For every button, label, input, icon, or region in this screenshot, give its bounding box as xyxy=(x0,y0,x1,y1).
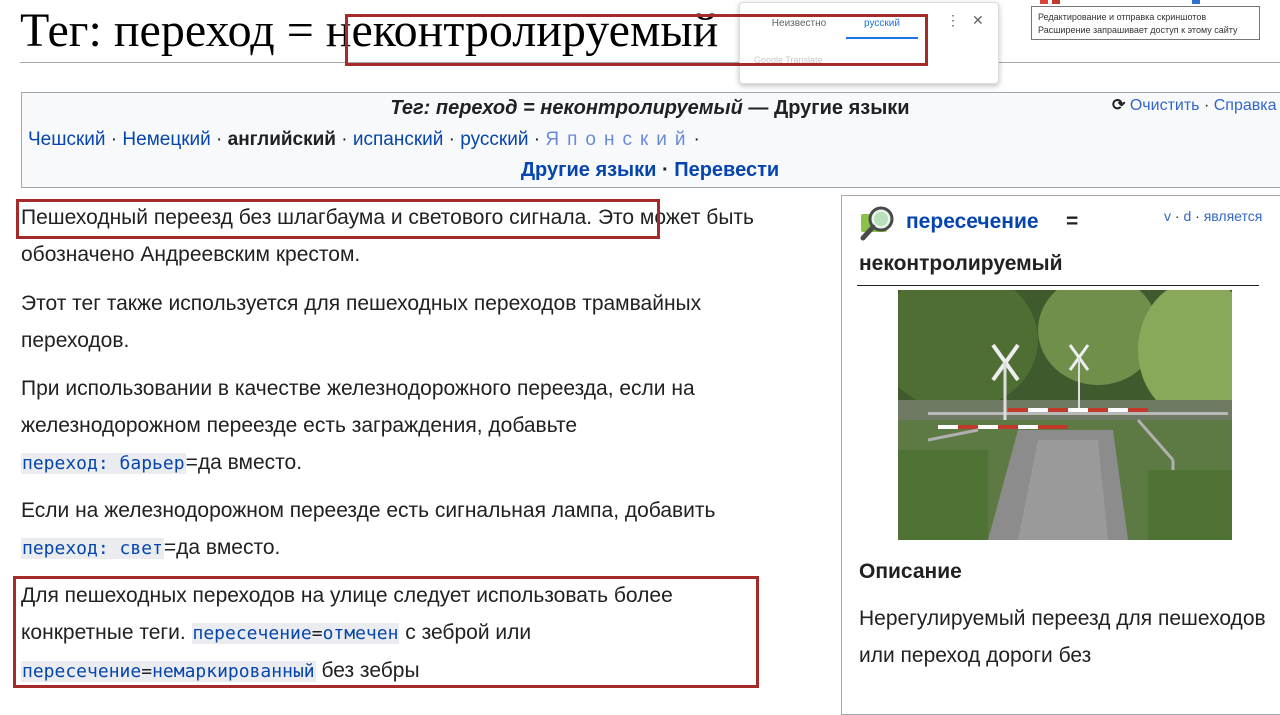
extension-icon[interactable] xyxy=(1052,0,1060,4)
code-value: да xyxy=(176,536,201,559)
language-link-german[interactable]: Немецкий xyxy=(122,129,210,150)
street-crossing-highlight xyxy=(13,576,759,688)
sentence-highlight xyxy=(16,199,660,239)
light-after: вместо. xyxy=(200,536,281,559)
infobox-key-link[interactable]: пересечение xyxy=(906,210,1039,234)
crossing-photo[interactable] xyxy=(898,290,1232,540)
extension-icon[interactable] xyxy=(1040,0,1048,4)
paragraph-barrier: При использовании в качестве железнодоро… xyxy=(21,370,811,482)
code-key[interactable]: переход: свет xyxy=(22,538,163,559)
light-text: Если на железнодорожном переезде есть си… xyxy=(21,499,716,522)
tooltip-line: Редактирование и отправка скриншотов xyxy=(1038,12,1207,22)
magnifier-icon xyxy=(860,206,894,241)
code-equals: = xyxy=(185,451,198,474)
title-prefix: Тег: переход = xyxy=(20,4,326,57)
code-equals: = xyxy=(163,536,177,559)
infobox-equals: = xyxy=(1066,210,1079,233)
purge-link[interactable]: Очистить xyxy=(1130,97,1200,114)
languages-box-title: Тег: переход = неконтролируемый — Другие… xyxy=(22,97,1278,120)
purge-links: ⟳ Очистить · Справка xyxy=(1112,97,1277,114)
tooltip-line: Расширение запрашивает доступ к этому са… xyxy=(1038,25,1238,35)
infobox-meta-links: v · d · является xyxy=(1164,208,1263,224)
languages-title-rest: — Другие языки xyxy=(742,97,910,119)
paragraph-light: Если на железнодорожном переезде есть си… xyxy=(21,492,811,567)
barrier-after: вместо. xyxy=(221,451,303,474)
refresh-icon[interactable]: ⟳ xyxy=(1112,97,1125,114)
is-link[interactable]: является xyxy=(1204,208,1263,224)
other-languages-link[interactable]: Другие языки xyxy=(521,159,657,181)
language-link-japanese[interactable]: Японский xyxy=(545,129,693,150)
description-heading: Описание xyxy=(859,560,962,583)
more-options-icon[interactable]: ⋮ xyxy=(946,12,960,29)
other-languages-row: Другие языки · Перевести xyxy=(520,159,780,181)
infobox-divider xyxy=(857,285,1259,286)
language-link-spanish[interactable]: испанский xyxy=(353,129,444,150)
code-railway-light[interactable]: переход: свет xyxy=(21,538,164,559)
help-link[interactable]: Справка xyxy=(1214,97,1277,114)
translate-popup-highlight xyxy=(739,14,928,66)
barrier-text: При использовании в качестве железнодоро… xyxy=(21,377,695,437)
code-key[interactable]: переход: барьер xyxy=(22,453,185,474)
extension-tooltip: Редактирование и отправка скриншотов Рас… xyxy=(1031,6,1260,40)
code-railway-barrier[interactable]: переход: барьер xyxy=(21,453,186,474)
languages-title-tag: Тег: переход = неконтролируемый xyxy=(390,97,743,119)
description-text: Нерегулируемый переезд для пешеходов или… xyxy=(859,607,1266,667)
code-value: да xyxy=(197,451,222,474)
translate-link[interactable]: Перевести xyxy=(674,159,779,181)
languages-box: Тег: переход = неконтролируемый — Другие… xyxy=(21,92,1280,188)
language-link-russian[interactable]: русский xyxy=(460,129,528,150)
infobox-value: неконтролируемый xyxy=(859,252,1063,275)
extension-icon[interactable] xyxy=(1192,0,1200,4)
language-current-english: английский xyxy=(227,129,336,150)
language-list: Чешский · Немецкий · английский · испанс… xyxy=(28,129,700,150)
language-link-czech[interactable]: Чешский xyxy=(28,129,106,150)
infobox: пересечение = неконтролируемый v · d · я… xyxy=(841,195,1280,715)
view-link[interactable]: v xyxy=(1164,208,1171,224)
close-icon[interactable]: ✕ xyxy=(972,12,984,29)
paragraph-tram: Этот тег также используется для пешеходн… xyxy=(21,292,702,352)
extension-toolbar-strip xyxy=(1040,0,1280,4)
